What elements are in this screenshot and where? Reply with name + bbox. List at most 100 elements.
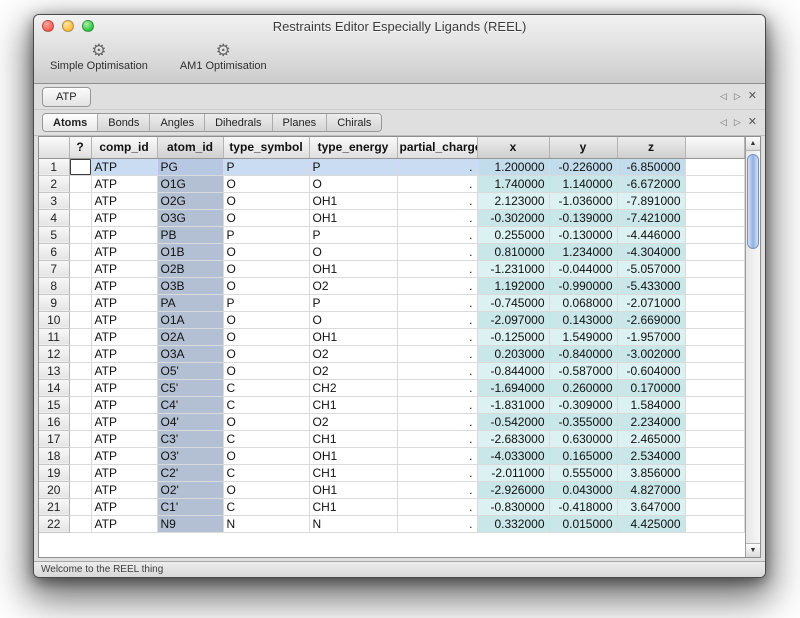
cell-comp-id[interactable]: ATP: [91, 277, 157, 294]
row-number[interactable]: 22: [39, 515, 69, 532]
cell-atom-id[interactable]: C5': [157, 379, 223, 396]
cell-y[interactable]: -0.355000: [549, 413, 617, 430]
cell-partial-charge[interactable]: .: [397, 464, 477, 481]
vertical-scrollbar[interactable]: [745, 137, 760, 557]
cell-y[interactable]: 0.260000: [549, 379, 617, 396]
cell-comp-id[interactable]: ATP: [91, 311, 157, 328]
cell-filler[interactable]: [685, 430, 745, 447]
row-number[interactable]: 14: [39, 379, 69, 396]
close-window-button[interactable]: [42, 20, 54, 32]
check-cell[interactable]: [69, 498, 91, 515]
cell-comp-id[interactable]: ATP: [91, 379, 157, 396]
cell-partial-charge[interactable]: .: [397, 260, 477, 277]
cell-y[interactable]: 0.043000: [549, 481, 617, 498]
column-header-type-symbol[interactable]: type_symbol: [223, 137, 309, 158]
cell-y[interactable]: 1.140000: [549, 175, 617, 192]
cell-z[interactable]: 4.827000: [617, 481, 685, 498]
tab-angles[interactable]: Angles: [149, 114, 204, 131]
cell-y[interactable]: -0.139000: [549, 209, 617, 226]
cell-atom-id[interactable]: O2B: [157, 260, 223, 277]
check-cell[interactable]: [69, 328, 91, 345]
cell-x[interactable]: 1.192000: [477, 277, 549, 294]
row-number[interactable]: 2: [39, 175, 69, 192]
cell-type-energy[interactable]: P: [309, 226, 397, 243]
check-cell[interactable]: [69, 294, 91, 311]
cell-z[interactable]: -7.891000: [617, 192, 685, 209]
cell-atom-id[interactable]: O2G: [157, 192, 223, 209]
cell-filler[interactable]: [685, 498, 745, 515]
cell-x[interactable]: -0.302000: [477, 209, 549, 226]
cell-z[interactable]: 2.534000: [617, 447, 685, 464]
scroll-up-icon[interactable]: [746, 137, 760, 151]
scroll-left-icon[interactable]: [720, 118, 727, 127]
cell-type-energy[interactable]: N: [309, 515, 397, 532]
cell-z[interactable]: -5.433000: [617, 277, 685, 294]
cell-type-energy[interactable]: O2: [309, 345, 397, 362]
tab-dihedrals[interactable]: Dihedrals: [204, 114, 271, 131]
cell-z[interactable]: -2.071000: [617, 294, 685, 311]
cell-type-energy[interactable]: CH2: [309, 379, 397, 396]
minimize-window-button[interactable]: [62, 20, 74, 32]
cell-z[interactable]: -1.957000: [617, 328, 685, 345]
cell-atom-id[interactable]: O3B: [157, 277, 223, 294]
cell-type-energy[interactable]: O: [309, 311, 397, 328]
cell-filler[interactable]: [685, 260, 745, 277]
cell-comp-id[interactable]: ATP: [91, 243, 157, 260]
cell-type-symbol[interactable]: C: [223, 430, 309, 447]
cell-atom-id[interactable]: O5': [157, 362, 223, 379]
cell-partial-charge[interactable]: .: [397, 498, 477, 515]
cell-comp-id[interactable]: ATP: [91, 396, 157, 413]
cell-x[interactable]: -2.097000: [477, 311, 549, 328]
cell-filler[interactable]: [685, 396, 745, 413]
cell-x[interactable]: -0.542000: [477, 413, 549, 430]
cell-y[interactable]: -0.226000: [549, 158, 617, 175]
cell-partial-charge[interactable]: .: [397, 209, 477, 226]
cell-partial-charge[interactable]: .: [397, 362, 477, 379]
cell-partial-charge[interactable]: .: [397, 243, 477, 260]
simple-optimisation-button[interactable]: Simple Optimisation: [44, 40, 154, 73]
row-number[interactable]: 9: [39, 294, 69, 311]
cell-type-energy[interactable]: OH1: [309, 192, 397, 209]
row-number[interactable]: 7: [39, 260, 69, 277]
cell-filler[interactable]: [685, 362, 745, 379]
cell-atom-id[interactable]: C3': [157, 430, 223, 447]
cell-filler[interactable]: [685, 192, 745, 209]
cell-partial-charge[interactable]: .: [397, 396, 477, 413]
tab-chirals[interactable]: Chirals: [326, 114, 381, 131]
cell-type-symbol[interactable]: O: [223, 311, 309, 328]
cell-z[interactable]: -0.604000: [617, 362, 685, 379]
cell-comp-id[interactable]: ATP: [91, 260, 157, 277]
check-cell[interactable]: [69, 209, 91, 226]
cell-x[interactable]: -2.926000: [477, 481, 549, 498]
cell-partial-charge[interactable]: .: [397, 328, 477, 345]
cell-partial-charge[interactable]: .: [397, 379, 477, 396]
cell-atom-id[interactable]: O1G: [157, 175, 223, 192]
cell-filler[interactable]: [685, 294, 745, 311]
cell-type-energy[interactable]: OH1: [309, 481, 397, 498]
cell-filler[interactable]: [685, 209, 745, 226]
row-number[interactable]: 12: [39, 345, 69, 362]
scroll-right-icon[interactable]: [734, 92, 741, 101]
cell-z[interactable]: -6.850000: [617, 158, 685, 175]
cell-partial-charge[interactable]: .: [397, 192, 477, 209]
cell-type-symbol[interactable]: O: [223, 243, 309, 260]
cell-atom-id[interactable]: O4': [157, 413, 223, 430]
cell-y[interactable]: -0.130000: [549, 226, 617, 243]
cell-filler[interactable]: [685, 277, 745, 294]
cell-type-energy[interactable]: CH1: [309, 498, 397, 515]
cell-comp-id[interactable]: ATP: [91, 328, 157, 345]
cell-x[interactable]: -4.033000: [477, 447, 549, 464]
cell-comp-id[interactable]: ATP: [91, 430, 157, 447]
cell-type-symbol[interactable]: O: [223, 192, 309, 209]
cell-type-energy[interactable]: OH1: [309, 447, 397, 464]
row-number[interactable]: 6: [39, 243, 69, 260]
cell-type-symbol[interactable]: O: [223, 209, 309, 226]
cell-x[interactable]: -1.694000: [477, 379, 549, 396]
cell-type-symbol[interactable]: P: [223, 294, 309, 311]
cell-partial-charge[interactable]: .: [397, 175, 477, 192]
am1-optimisation-button[interactable]: AM1 Optimisation: [174, 40, 273, 73]
check-cell[interactable]: [69, 481, 91, 498]
cell-partial-charge[interactable]: .: [397, 226, 477, 243]
check-cell[interactable]: [69, 447, 91, 464]
cell-z[interactable]: -4.304000: [617, 243, 685, 260]
